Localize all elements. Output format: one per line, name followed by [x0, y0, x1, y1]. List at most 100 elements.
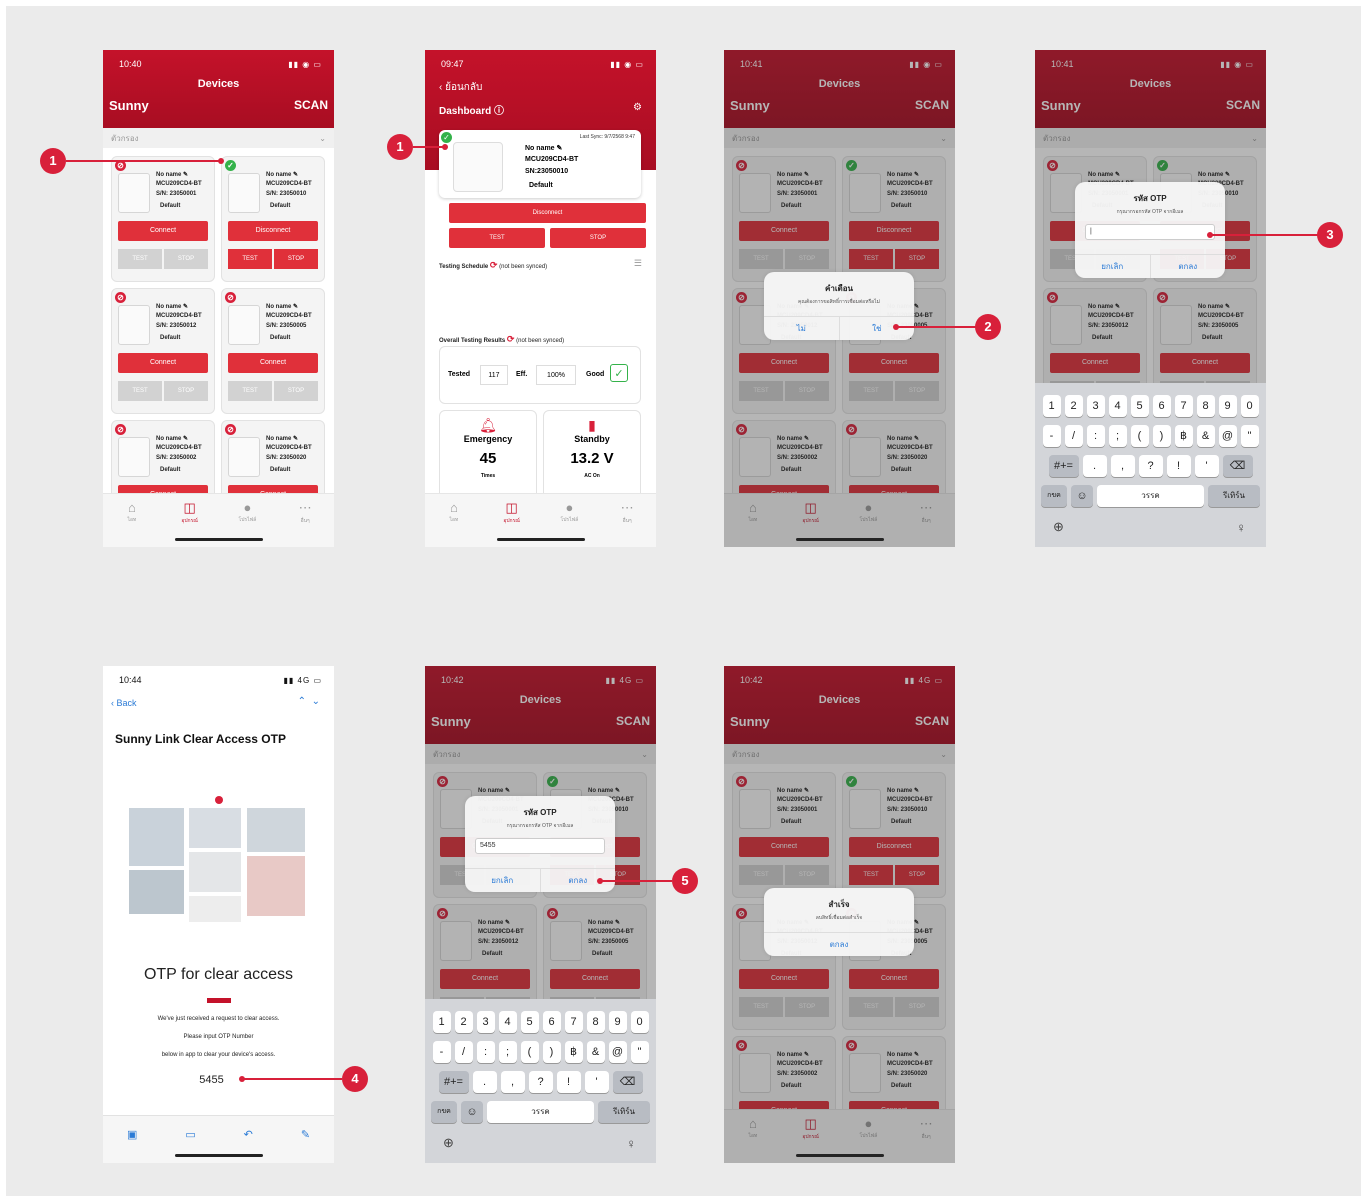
device-name[interactable]: No name ✎	[266, 303, 298, 310]
reply-icon[interactable]: ↶	[244, 1128, 253, 1163]
key[interactable]: ;	[1108, 425, 1127, 447]
key[interactable]: 0	[630, 1011, 649, 1033]
globe-icon[interactable]: ⊕	[443, 1135, 454, 1151]
key[interactable]: @	[608, 1041, 627, 1063]
key[interactable]: 5	[520, 1011, 539, 1033]
device-name[interactable]: No name ✎	[156, 435, 188, 442]
otp-input[interactable]: |	[1085, 224, 1215, 240]
key[interactable]: 3	[476, 1011, 495, 1033]
cancel-button[interactable]: ยกเลิก	[465, 869, 540, 892]
key[interactable]: 7	[1174, 395, 1193, 417]
key[interactable]: 6	[542, 1011, 561, 1033]
test-button[interactable]: TEST	[118, 249, 162, 269]
stop-button[interactable]: STOP	[164, 381, 208, 401]
key[interactable]: 0	[1240, 395, 1259, 417]
disconnect-button[interactable]: Disconnect	[228, 221, 318, 241]
test-button[interactable]: TEST	[228, 249, 272, 269]
device-name[interactable]: No name ✎	[156, 171, 188, 178]
otp-input[interactable]: 5455	[475, 838, 605, 854]
tab-home[interactable]: ⌂ ไอท	[112, 500, 152, 547]
key[interactable]: ?	[528, 1071, 553, 1093]
test-button[interactable]: TEST	[118, 381, 162, 401]
key[interactable]: '	[584, 1071, 609, 1093]
key[interactable]: ⌫	[1222, 455, 1253, 477]
key[interactable]: 7	[564, 1011, 583, 1033]
emoji-icon[interactable]: ☺	[1071, 485, 1093, 507]
key[interactable]: @	[1218, 425, 1237, 447]
key[interactable]: 3	[1086, 395, 1105, 417]
mic-icon[interactable]: ♀	[626, 1136, 636, 1151]
device-card[interactable]: ✓ No name ✎ MCU209CD4-BT S/N: 23050010 Defau…	[221, 156, 325, 282]
key[interactable]: #+=	[438, 1071, 469, 1093]
device-name[interactable]: No name ✎	[266, 171, 298, 178]
key[interactable]: :	[476, 1041, 495, 1063]
key[interactable]: ,	[1110, 455, 1135, 477]
stop-button[interactable]: STOP	[164, 249, 208, 269]
ok-button[interactable]: ตกลง	[764, 933, 914, 956]
device-card[interactable]: ⊘No name ✎MCU209CD4-BTS/N: 23050001Defau…	[111, 156, 215, 282]
disconnect-button[interactable]: Disconnect	[449, 203, 646, 223]
key[interactable]: )	[542, 1041, 561, 1063]
key[interactable]: .	[1082, 455, 1107, 477]
return-key[interactable]: รีเทิร์น	[598, 1101, 650, 1123]
abc-key[interactable]: กขค	[431, 1101, 457, 1123]
yes-button[interactable]: ใช่	[838, 317, 915, 340]
stop-button[interactable]: STOP	[274, 249, 318, 269]
key[interactable]: !	[556, 1071, 581, 1093]
key[interactable]: (	[520, 1041, 539, 1063]
key[interactable]: 8	[586, 1011, 605, 1033]
test-button[interactable]: TEST	[449, 228, 545, 248]
key[interactable]: /	[454, 1041, 473, 1063]
return-key[interactable]: รีเทิร์น	[1208, 485, 1260, 507]
key[interactable]: '	[1194, 455, 1219, 477]
settings-icon[interactable]: ⚙	[633, 102, 642, 113]
key[interactable]: 8	[1196, 395, 1215, 417]
back-button[interactable]: ‹ ย้อนกลับ	[439, 80, 482, 95]
emoji-icon[interactable]: ☺	[461, 1101, 483, 1123]
connect-button[interactable]: Connect	[118, 353, 208, 373]
key[interactable]: 4	[498, 1011, 517, 1033]
key[interactable]: 2	[454, 1011, 473, 1033]
device-name[interactable]: No name ✎	[156, 303, 188, 310]
back-button[interactable]: ‹ Back	[111, 698, 137, 708]
key[interactable]: "	[630, 1041, 649, 1063]
stop-button[interactable]: STOP	[274, 381, 318, 401]
connect-button[interactable]: Connect	[228, 353, 318, 373]
device-name[interactable]: No name ✎	[266, 435, 298, 442]
sync-icon[interactable]: ⟳	[507, 334, 515, 344]
key[interactable]: ;	[498, 1041, 517, 1063]
key[interactable]: ?	[1138, 455, 1163, 477]
ok-button[interactable]: ตกลง	[1149, 255, 1226, 278]
device-card[interactable]: ⊘ No name ✎ MCU209CD4-BT S/N: 23050012 Defau…	[111, 288, 215, 414]
key[interactable]: 9	[1218, 395, 1237, 417]
tab-home[interactable]: ⌂ ไอท	[434, 500, 474, 547]
sync-icon[interactable]: ⟳	[490, 260, 498, 270]
tab-more[interactable]: ⋯ อื่นๆ	[607, 500, 647, 547]
key[interactable]: "	[1240, 425, 1259, 447]
space-key[interactable]: วรรค	[1097, 485, 1204, 507]
device-name[interactable]: No name ✎	[525, 144, 562, 152]
compose-icon[interactable]: ✎	[301, 1128, 310, 1163]
device-card[interactable]: ⊘ No name ✎ MCU209CD4-BT S/N: 23050005 Defau…	[221, 288, 325, 414]
nav-arrows[interactable]: ⌃ ⌄	[298, 696, 320, 707]
cancel-button[interactable]: ยกเลิก	[1075, 255, 1150, 278]
mic-icon[interactable]: ♀	[1236, 520, 1246, 535]
key[interactable]: -	[1042, 425, 1061, 447]
key[interactable]: &	[586, 1041, 605, 1063]
space-key[interactable]: วรรค	[487, 1101, 594, 1123]
key[interactable]: !	[1166, 455, 1191, 477]
key[interactable]: /	[1064, 425, 1083, 447]
abc-key[interactable]: กขค	[1041, 485, 1067, 507]
key[interactable]: &	[1196, 425, 1215, 447]
key[interactable]: ,	[500, 1071, 525, 1093]
key[interactable]: )	[1152, 425, 1171, 447]
folder-icon[interactable]: ▭	[185, 1128, 195, 1163]
key[interactable]: #+=	[1048, 455, 1079, 477]
stop-button[interactable]: STOP	[550, 228, 646, 248]
key[interactable]: :	[1086, 425, 1105, 447]
key[interactable]: 1	[1042, 395, 1061, 417]
scan-button[interactable]: SCAN	[294, 98, 328, 112]
filter-dropdown[interactable]: ตัวกรอง ⌄	[103, 128, 334, 148]
key[interactable]: 5	[1130, 395, 1149, 417]
connect-button[interactable]: Connect	[118, 221, 208, 241]
